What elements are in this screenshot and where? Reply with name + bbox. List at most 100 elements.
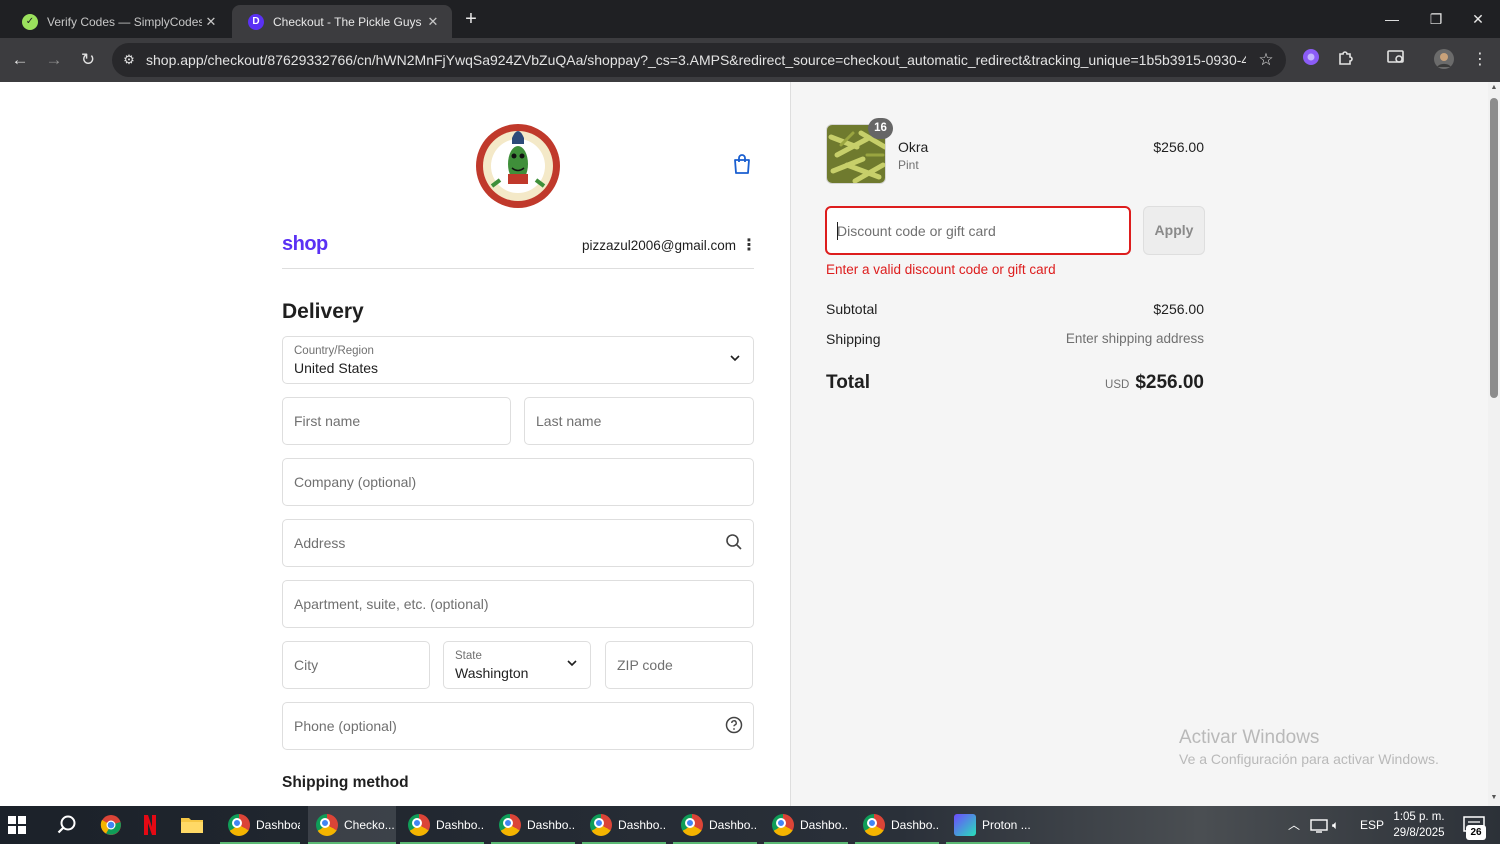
clock-time: 1:05 p. m. — [1393, 811, 1445, 823]
zip-field[interactable]: ZIP code — [605, 641, 753, 689]
pinned-file-explorer[interactable] — [180, 806, 206, 844]
taskbar-app-button[interactable]: Proton ... — [946, 806, 1030, 844]
windows-activation-watermark-text: Ve a Configuración para activar Windows. — [1179, 751, 1439, 767]
last-name-placeholder: Last name — [536, 413, 602, 429]
taskbar-app-button[interactable]: Dashbo... — [491, 806, 575, 844]
netflix-icon — [144, 815, 156, 835]
new-tab-button[interactable]: + — [458, 8, 484, 32]
chrome-icon — [228, 814, 250, 836]
extension-icon[interactable] — [1299, 48, 1323, 72]
address-bar[interactable]: ⚙ shop.app/checkout/87629332766/cn/hWN2M… — [112, 43, 1286, 77]
state-value: Washington — [455, 665, 529, 681]
back-button[interactable]: ← — [8, 48, 32, 72]
scroll-down-arrow-icon[interactable]: ▼ — [1488, 794, 1500, 801]
tray-show-hidden-icon[interactable]: ︿ — [1288, 806, 1300, 844]
apartment-field[interactable]: Apartment, suite, etc. (optional) — [282, 580, 754, 628]
restore-button[interactable]: ❐ — [1416, 6, 1456, 32]
address-field[interactable]: Address — [282, 519, 754, 567]
extensions-puzzle-icon[interactable] — [1334, 48, 1358, 72]
company-field[interactable]: Company (optional) — [282, 458, 754, 506]
network-icon[interactable] — [1310, 806, 1328, 844]
close-icon[interactable]: ✕ — [202, 14, 220, 30]
start-button[interactable] — [8, 806, 38, 844]
state-select[interactable]: State Washington — [443, 641, 591, 689]
delivery-heading: Delivery — [282, 300, 364, 323]
account-menu-icon[interactable]: ⋮ — [741, 237, 757, 255]
site-settings-icon[interactable]: ⚙ — [112, 52, 146, 68]
shipping-method-heading: Shipping method — [282, 774, 409, 791]
taskbar-app-button[interactable]: Dashbo... — [582, 806, 666, 844]
taskbar-app-button[interactable]: Checko... — [308, 806, 396, 844]
country-select[interactable]: Country/Region United States — [282, 336, 754, 384]
taskbar-app-label: Dashbo... — [891, 818, 939, 832]
reload-button[interactable]: ↻ — [76, 48, 100, 72]
browser-tab-strip: ✓ Verify Codes — SimplyCodes ✕ D Checkou… — [0, 0, 1500, 38]
product-price: $256.00 — [1153, 139, 1204, 155]
pinned-netflix[interactable] — [142, 806, 164, 844]
taskbar-app-button[interactable]: Dashbo... — [400, 806, 484, 844]
last-name-field[interactable]: Last name — [524, 397, 754, 445]
taskbar-app-button[interactable]: Dashbo... — [764, 806, 848, 844]
chrome-icon — [863, 814, 885, 836]
checkout-page: shop pizzazul2006@gmail.com ⋮ Delivery C… — [0, 82, 1488, 806]
product-variant: Pint — [898, 158, 919, 172]
product-name: Okra — [898, 139, 929, 155]
taskbar-app-label: Dashboa... — [256, 818, 300, 832]
apartment-placeholder: Apartment, suite, etc. (optional) — [294, 596, 489, 612]
tab-verify-codes[interactable]: ✓ Verify Codes — SimplyCodes ✕ — [6, 5, 230, 38]
address-toolbar: ← → ↻ ⚙ shop.app/checkout/87629332766/cn… — [0, 38, 1500, 82]
system-clock[interactable]: 1:05 p. m. 29/8/2025 — [1390, 809, 1448, 841]
tab-title: Checkout - The Pickle Guys — [273, 14, 422, 29]
chrome-center-dot — [685, 818, 695, 828]
minimize-button[interactable]: — — [1372, 6, 1412, 32]
chrome-icon — [100, 815, 121, 835]
bookmark-star-icon[interactable]: ☆ — [1246, 50, 1286, 70]
apply-discount-button[interactable]: Apply — [1143, 206, 1205, 255]
chrome-center-dot — [594, 818, 604, 828]
tab-checkout[interactable]: D Checkout - The Pickle Guys ✕ — [232, 5, 452, 38]
total-amount: $256.00 — [1135, 372, 1204, 393]
discount-error-message: Enter a valid discount code or gift card — [826, 262, 1056, 277]
scroll-up-arrow-icon[interactable]: ▲ — [1488, 84, 1500, 91]
city-field[interactable]: City — [282, 641, 430, 689]
windows-logo-icon — [8, 816, 26, 834]
chevron-down-icon — [730, 355, 740, 362]
first-name-placeholder: First name — [294, 413, 361, 429]
folder-icon — [181, 818, 203, 833]
total-currency: USD — [1105, 379, 1130, 391]
scrollbar-thumb[interactable] — [1490, 98, 1498, 398]
country-label: Country/Region — [294, 345, 374, 357]
taskbar-app-button[interactable]: Dashbo... — [855, 806, 939, 844]
discount-placeholder: Discount code or gift card — [837, 223, 996, 239]
search-icon — [726, 534, 742, 550]
menu-kebab-icon[interactable]: ⋮ — [1468, 48, 1492, 72]
phone-placeholder: Phone (optional) — [294, 718, 397, 734]
first-name-field[interactable]: First name — [282, 397, 511, 445]
cart-bag-icon[interactable] — [731, 153, 753, 175]
subtotal-label: Subtotal — [826, 301, 878, 317]
pinned-chrome[interactable] — [100, 806, 126, 844]
order-summary-panel — [790, 82, 1488, 806]
proton-vpn-icon — [954, 814, 976, 836]
forward-button[interactable]: → — [42, 48, 66, 72]
chrome-center-dot — [412, 818, 422, 828]
url-text[interactable]: shop.app/checkout/87629332766/cn/hWN2MnF… — [146, 52, 1246, 68]
profile-avatar-icon[interactable] — [1432, 48, 1456, 72]
page-scrollbar[interactable]: ▲ ▼ — [1488, 82, 1500, 806]
chrome-center-dot — [232, 818, 242, 828]
phone-field[interactable]: Phone (optional) — [282, 702, 754, 750]
tab-title: Verify Codes — SimplyCodes — [47, 14, 202, 29]
close-icon[interactable]: ✕ — [424, 14, 442, 30]
taskbar-app-label: Dashbo... — [709, 818, 757, 832]
search-button[interactable] — [56, 806, 82, 844]
taskbar-app-button[interactable]: Dashboa... — [220, 806, 300, 844]
language-indicator[interactable]: ESP — [1360, 806, 1384, 844]
taskbar-app-button[interactable]: Dashbo... — [673, 806, 757, 844]
close-window-button[interactable]: ✕ — [1458, 6, 1498, 32]
chrome-center-dot — [867, 818, 877, 828]
discount-code-input[interactable]: Discount code or gift card — [825, 206, 1131, 255]
chrome-icon — [590, 814, 612, 836]
help-circle-icon[interactable] — [725, 716, 743, 734]
cast-media-icon[interactable] — [1384, 48, 1408, 72]
volume-icon[interactable]: 🔈︎ — [1332, 806, 1339, 844]
